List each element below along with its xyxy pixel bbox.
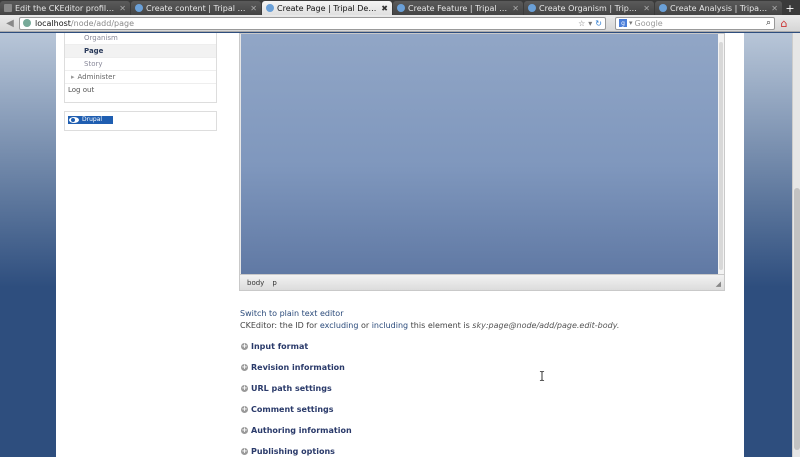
fieldset-label: URL path settings [251,383,332,393]
fieldset-label: Publishing options [251,446,335,456]
drupal-logo-icon [69,117,79,123]
fieldset-label: Input format [251,341,309,351]
fieldset-label: Authoring information [251,425,352,435]
favicon-icon [266,4,274,12]
switch-to-plain-text-link[interactable]: Switch to plain text editor [240,309,343,318]
expand-icon: + [241,383,248,392]
sidebar-item-organism[interactable]: Organism [65,32,216,45]
fieldset-label: Comment settings [251,404,334,414]
tab-title: Create Organism | Tripal De... [539,3,640,13]
scrollbar-thumb[interactable] [794,188,800,450]
close-icon[interactable]: ✕ [250,4,257,13]
favicon-icon [659,4,667,12]
tab-title: Create content | Tripal Demo [146,3,247,13]
site-identity-icon[interactable] [23,19,31,27]
search-icon[interactable]: ⌕ [766,18,771,28]
browser-tab[interactable]: Edit the CKEditor profile | T... ✕ [0,1,130,15]
tab-title: Create Page | Tripal Demo [277,3,379,13]
sidebar-item-administer[interactable]: ▸ Administer [65,71,216,84]
expand-icon: + [241,341,248,350]
url-host: localhost [35,18,71,28]
browser-tabstrip: Edit the CKEditor profile | T... ✕ Creat… [0,0,800,15]
expand-triangle-icon: ▸ [71,73,75,81]
sidebar-item-label: Administer [77,73,116,81]
bookmark-star-icon[interactable]: ☆ [578,19,585,28]
expand-icon: + [241,404,248,413]
drupal-badge-label: Drupal [82,116,103,123]
close-icon[interactable]: ✕ [771,4,778,13]
excluding-link[interactable]: excluding [320,321,359,330]
editor-scrollbar[interactable] [718,34,724,274]
including-link[interactable]: including [372,321,408,330]
close-icon[interactable]: ✕ [643,4,650,13]
close-icon[interactable]: ✕ [512,4,519,13]
reload-icon[interactable]: ↻ [595,19,602,28]
tab-title: Create Analysis | Tripal Demo [670,3,768,13]
page-background-right [744,33,792,457]
browser-tab-active[interactable]: Create Page | Tripal Demo ✖ [262,1,392,15]
powered-by-block: Drupal [64,111,217,131]
expand-icon: + [241,362,248,371]
favicon-icon [397,4,405,12]
close-icon[interactable]: ✖ [381,4,388,13]
history-dropdown-icon[interactable]: ▾ [588,19,592,28]
editor-scrollbar-thumb[interactable] [719,42,723,270]
address-bar[interactable]: localhost /node/add/page ☆ ▾ ↻ [19,16,606,30]
browser-tab[interactable]: Create Analysis | Tripal Demo ✕ [655,1,782,15]
text-cursor-icon [539,371,545,381]
ckeditor: body p ◢ [239,33,725,291]
page-background-left [0,33,56,457]
fieldset-label: Revision information [251,362,345,372]
fieldset-authoring-information[interactable]: + Authoring information [241,424,352,436]
page-scrollbar[interactable] [792,33,800,457]
favicon-icon [4,4,12,12]
path-element-p[interactable]: p [272,279,276,287]
search-box[interactable]: g ▾ Google ⌕ [615,16,775,30]
resize-grip-icon[interactable]: ◢ [716,280,721,288]
ckinfo-prefix: CKEditor: the ID for [240,321,318,330]
fieldset-comment-settings[interactable]: + Comment settings [241,403,334,415]
sidebar-item-logout[interactable]: Log out [65,84,216,97]
close-icon[interactable]: ✕ [119,4,126,13]
back-icon[interactable]: ◀ [3,16,17,30]
fieldset-input-format[interactable]: + Input format [241,340,308,352]
favicon-icon [135,4,143,12]
search-placeholder: Google [634,18,663,28]
home-icon[interactable]: ⌂ [777,16,791,30]
expand-icon: + [241,446,248,455]
new-tab-button[interactable]: + [783,1,797,15]
search-engine-icon[interactable]: g [619,19,627,27]
browser-tab[interactable]: Create Organism | Tripal De... ✕ [524,1,654,15]
editor-element-path: body p [240,274,724,290]
path-element-body[interactable]: body [247,279,264,287]
sidebar-item-page[interactable]: Page [65,45,216,58]
tab-title: Edit the CKEditor profile | T... [15,3,117,13]
browser-tab[interactable]: Create Feature | Tripal Demo ✕ [393,1,523,15]
tab-title: Create Feature | Tripal Demo [408,3,510,13]
url-path: /node/add/page [70,18,135,28]
sidebar-navigation: Organism Page Story ▸ Administer Log out [64,33,217,103]
sidebar-item-story[interactable]: Story [65,58,216,71]
drupal-badge[interactable]: Drupal [68,116,113,124]
ckinfo-or: or [360,321,370,330]
expand-icon: + [241,425,248,434]
editor-content-area[interactable] [241,34,718,274]
browser-tab[interactable]: Create content | Tripal Demo ✕ [131,1,261,15]
ckeditor-id-info: CKEditor: the ID for excluding or includ… [240,321,619,330]
ckinfo-mid: this element is [410,321,470,330]
fieldset-revision-information[interactable]: + Revision information [241,361,345,373]
fieldset-url-path-settings[interactable]: + URL path settings [241,382,332,394]
favicon-icon [528,4,536,12]
navigation-bar: ◀ localhost /node/add/page ☆ ▾ ↻ g ▾ Goo… [0,15,800,32]
ckinfo-element-id: sky:page@node/add/page.edit-body. [472,321,620,330]
fieldset-publishing-options[interactable]: + Publishing options [241,445,335,457]
chevron-down-icon[interactable]: ▾ [629,19,633,27]
